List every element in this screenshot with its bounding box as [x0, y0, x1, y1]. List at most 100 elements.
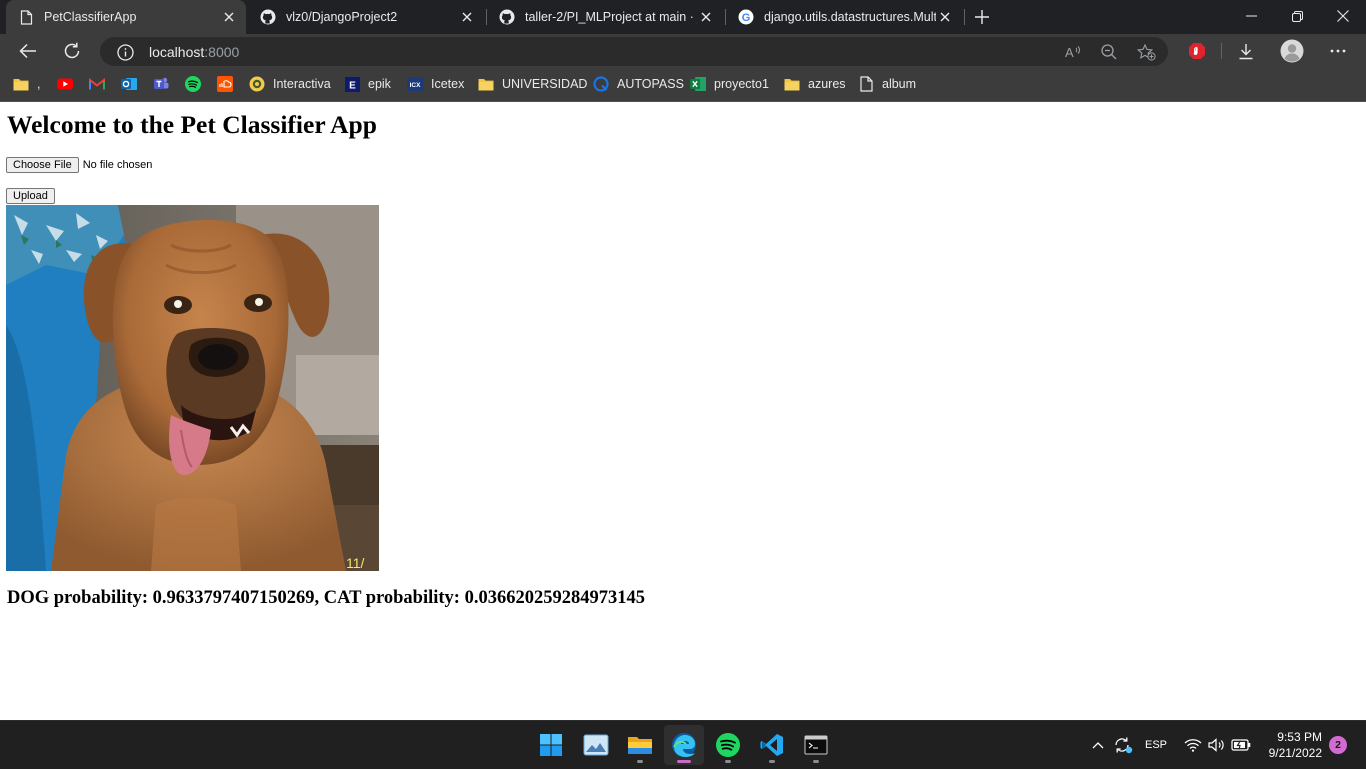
bookmark-autopass[interactable]: AUTOPASS: [593, 74, 684, 94]
svg-text:A: A: [1065, 45, 1074, 59]
address-bar[interactable]: localhost:8000 A: [100, 37, 1168, 66]
vscode-icon: [760, 734, 783, 756]
new-tab-button[interactable]: [970, 5, 994, 29]
windows-taskbar: ESP 9:53 PM 9/21/2022 2: [0, 720, 1366, 769]
bookmarks-bar: , Interactiva E epik ICX Icetex UNIVERSI…: [0, 68, 1366, 102]
bookmark-azures[interactable]: azures: [784, 74, 846, 94]
tab-djangoproject2[interactable]: vlz0/DjangoProject2: [248, 0, 484, 34]
bookmark-label: Icetex: [431, 77, 465, 91]
bookmark-youtube[interactable]: [57, 74, 73, 94]
bookmark-gmail[interactable]: [89, 74, 105, 94]
google-icon: G: [738, 9, 754, 25]
battery-icon[interactable]: [1230, 734, 1252, 756]
notification-badge[interactable]: 2: [1329, 736, 1347, 754]
read-aloud-icon[interactable]: A: [1063, 42, 1085, 62]
refresh-button[interactable]: [58, 38, 86, 64]
chevron-up-icon: [1092, 742, 1104, 749]
page-icon: [18, 9, 34, 25]
running-indicator: [813, 760, 819, 763]
bookmark-epik[interactable]: E epik: [344, 74, 391, 94]
tab-divider: [964, 9, 965, 25]
bookmark-icetex[interactable]: ICX Icetex: [407, 74, 464, 94]
close-icon[interactable]: [697, 8, 715, 26]
show-hidden-icons-button[interactable]: [1088, 734, 1108, 756]
taskbar-terminal[interactable]: [796, 725, 836, 765]
interactiva-icon: [249, 76, 265, 92]
bookmark-album[interactable]: album: [858, 74, 916, 94]
upload-button[interactable]: Upload: [6, 188, 55, 204]
classification-result: DOG probability: 0.9633797407150269, CAT…: [7, 588, 645, 608]
tab-title: PetClassifierApp: [44, 10, 137, 24]
tab-pi-mlproject[interactable]: taller-2/PI_MLProject at main · jv: [487, 0, 723, 34]
bookmark-universidad[interactable]: UNIVERSIDAD: [478, 74, 587, 94]
restore-button[interactable]: [1274, 0, 1320, 32]
gmail-icon: [89, 76, 105, 92]
close-icon[interactable]: [458, 8, 476, 26]
bookmark-folder[interactable]: ,: [13, 74, 40, 94]
taskbar-spotify[interactable]: [708, 725, 748, 765]
spotify-icon: [716, 733, 740, 757]
bookmark-teams[interactable]: [153, 74, 169, 94]
url-text: localhost:8000: [149, 44, 239, 60]
start-button[interactable]: [531, 725, 571, 765]
bookmark-label: proyecto1: [714, 77, 769, 91]
bookmark-interactiva[interactable]: Interactiva: [249, 74, 331, 94]
excel-icon: [690, 76, 706, 92]
toolbar-divider: [1221, 43, 1222, 59]
taskbar-vscode[interactable]: [752, 725, 792, 765]
outlook-icon: [121, 76, 137, 92]
input-language[interactable]: ESP: [1141, 734, 1171, 756]
photos-icon: [583, 734, 609, 756]
bookmark-label: UNIVERSIDAD: [502, 77, 588, 91]
svg-text:ICX: ICX: [410, 82, 422, 89]
profile-avatar[interactable]: [1279, 39, 1305, 63]
icetex-icon: ICX: [407, 76, 423, 92]
file-input[interactable]: Choose File No file chosen: [6, 157, 152, 173]
close-icon[interactable]: [220, 8, 238, 26]
back-arrow-icon: [19, 43, 36, 59]
sync-status[interactable]: [1111, 734, 1135, 756]
bookmark-spotify[interactable]: [185, 74, 201, 94]
extension-stop-icon[interactable]: [1184, 39, 1210, 63]
photo-date-stamp: 11/: [346, 555, 365, 571]
taskbar-photos[interactable]: [576, 725, 616, 765]
tab-title: vlz0/DjangoProject2: [286, 10, 398, 24]
minimize-button[interactable]: [1228, 0, 1274, 32]
tab-petclassifierapp[interactable]: PetClassifierApp: [6, 0, 246, 34]
close-window-button[interactable]: [1320, 0, 1366, 32]
bookmark-label: azures: [808, 77, 846, 91]
back-button[interactable]: [14, 38, 42, 64]
file-explorer-icon: [628, 737, 652, 754]
close-icon: [1337, 10, 1349, 22]
taskbar-file-explorer[interactable]: [620, 725, 660, 765]
volume-icon[interactable]: [1206, 734, 1228, 756]
taskbar-edge[interactable]: [664, 725, 704, 765]
system-clock[interactable]: 9:53 PM 9/21/2022: [1258, 729, 1322, 761]
bookmark-soundcloud[interactable]: [217, 74, 233, 94]
file-status-text: No file chosen: [82, 159, 153, 171]
restore-icon: [1291, 10, 1303, 22]
choose-file-button[interactable]: Choose File: [6, 157, 79, 173]
windows-start-icon: [540, 734, 562, 756]
running-indicator: [769, 760, 775, 763]
downloads-icon[interactable]: [1233, 39, 1259, 63]
tab-django-multivaluedict[interactable]: G django.utils.datastructures.Multi: [726, 0, 962, 34]
add-favorite-icon[interactable]: [1135, 42, 1157, 62]
bookmark-outlook[interactable]: [121, 74, 137, 94]
info-icon[interactable]: [116, 43, 134, 61]
folder-icon: [784, 76, 800, 92]
settings-more-icon[interactable]: [1325, 39, 1351, 63]
close-icon[interactable]: [936, 8, 954, 26]
bookmark-label: album: [882, 77, 917, 91]
teams-icon: [153, 76, 169, 92]
wifi-icon[interactable]: [1182, 734, 1204, 756]
zoom-icon[interactable]: [1098, 42, 1120, 62]
github-icon: [260, 9, 276, 25]
soundcloud-icon: [217, 76, 233, 92]
edge-icon: [672, 733, 696, 757]
sync-icon: [1115, 737, 1133, 754]
youtube-icon: [57, 76, 73, 92]
tab-strip: PetClassifierApp vlz0/DjangoProject2 tal…: [0, 0, 1366, 34]
bookmark-proyecto1[interactable]: proyecto1: [690, 74, 769, 94]
tab-title: taller-2/PI_MLProject at main · jv: [525, 10, 697, 24]
